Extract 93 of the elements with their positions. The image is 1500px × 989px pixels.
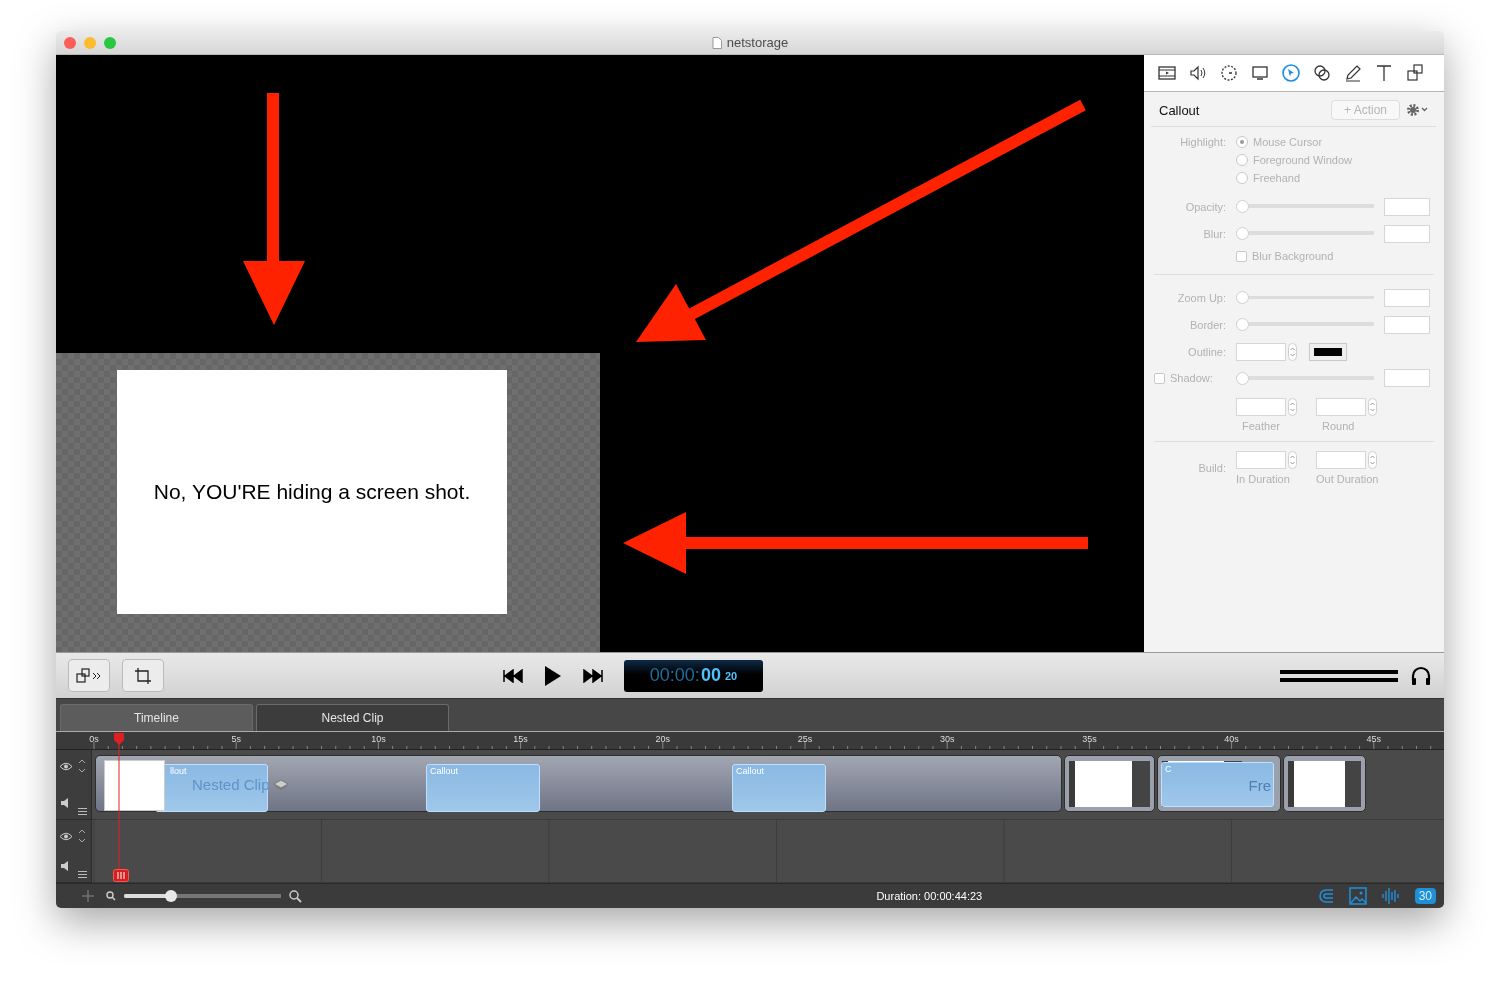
stepper-icon[interactable]: [1288, 398, 1297, 416]
timecode: 00:00:: [649, 665, 700, 686]
rewind-button[interactable]: [502, 668, 524, 683]
color-well[interactable]: [1309, 343, 1347, 361]
timecode: 00: [700, 665, 721, 686]
number-field[interactable]: [1316, 451, 1366, 469]
clip-label: Callout: [430, 766, 458, 776]
fast-forward-button[interactable]: [582, 668, 604, 683]
reorder-arrows-icon[interactable]: [78, 828, 86, 844]
waveform-icon[interactable]: [1380, 887, 1401, 905]
field-label: Build:: [1197, 462, 1226, 474]
time-label: 40s: [1224, 734, 1239, 744]
tab[interactable]: Timeline: [60, 704, 253, 731]
reorder-arrows-icon[interactable]: [78, 758, 86, 774]
tab[interactable]: Nested Clip: [256, 704, 449, 731]
value-field[interactable]: [1384, 224, 1430, 243]
checkbox-label: Shadow:: [1170, 372, 1213, 384]
menu-icon[interactable]: [78, 808, 87, 815]
time-label: 20s: [655, 734, 671, 744]
stepper-icon[interactable]: [1288, 451, 1297, 469]
field-label: Border:: [1188, 318, 1226, 331]
value-field[interactable]: [1384, 288, 1430, 307]
field-label: Highlight:: [1179, 136, 1226, 148]
number-field[interactable]: [1316, 398, 1366, 416]
time-label: 45s: [1366, 734, 1382, 744]
field-caption: Feather: [1241, 420, 1281, 432]
callout-text: No, YOU'RE hiding a screen shot.: [153, 480, 471, 504]
magnet-icon[interactable]: [1316, 887, 1335, 905]
time-label: 30s: [939, 734, 955, 744]
crop-icon: [134, 666, 152, 685]
stepper-icon[interactable]: [1368, 398, 1377, 416]
radio-label: Foreground Window: [1253, 154, 1353, 166]
value-field[interactable]: [1384, 197, 1430, 216]
screen-clip[interactable]: [1283, 755, 1366, 812]
radio-label: Freehand: [1253, 172, 1301, 184]
screen-clip[interactable]: C Fre: [1157, 755, 1281, 812]
panel-title: Callout: [1159, 102, 1201, 118]
close-button[interactable]: [64, 36, 76, 49]
menu-icon[interactable]: [78, 871, 87, 878]
headphones-icon[interactable]: [1410, 665, 1432, 686]
frame-count: 20: [724, 669, 738, 682]
zoom-out-icon[interactable]: [106, 891, 116, 901]
window-title: netstorage: [726, 35, 789, 50]
zoom-in-icon[interactable]: [289, 889, 302, 903]
time-label: 5s: [231, 734, 241, 744]
number-field[interactable]: [1236, 451, 1286, 469]
crop-button[interactable]: [122, 659, 164, 692]
add-icon[interactable]: [82, 890, 94, 902]
layers-icon: [273, 779, 288, 790]
clip-label: llout: [170, 766, 187, 776]
document-icon: [711, 36, 722, 49]
callout-clip[interactable]: C Fre: [1161, 762, 1274, 807]
volume-meter-icon: [1280, 668, 1398, 683]
time-label: 35s: [1082, 734, 1097, 744]
number-field[interactable]: [1236, 343, 1286, 361]
image-icon[interactable]: [1348, 887, 1367, 905]
value-field[interactable]: [1384, 315, 1430, 334]
value-field[interactable]: [1384, 369, 1430, 387]
checkbox-label: Blur Background: [1252, 250, 1334, 262]
field-caption: Round: [1321, 420, 1356, 432]
callout-clip[interactable]: Callout: [732, 764, 826, 812]
field-label: Opacity:: [1184, 200, 1226, 213]
field-caption: In Duration: [1236, 473, 1291, 485]
clip-label: Fre: [1248, 777, 1271, 794]
duration-label: Duration: 00:00:44:23: [875, 890, 983, 902]
stepper-icon[interactable]: [1368, 451, 1377, 469]
time-label: 10s: [371, 734, 386, 744]
field-label: Blur:: [1202, 227, 1226, 240]
stepper-icon[interactable]: [1288, 343, 1297, 361]
clip-label: C: [1165, 764, 1172, 774]
field-label: Zoom Up:: [1176, 291, 1226, 304]
clip-thumbnail: [104, 760, 165, 811]
time-label: 15s: [513, 734, 528, 744]
speaker-icon[interactable]: [60, 861, 70, 871]
slider-thumb[interactable]: [165, 890, 178, 902]
field-label: Outline:: [1187, 346, 1226, 358]
frame-rate-badge[interactable]: 30: [1414, 888, 1436, 904]
time-label: 25s: [797, 734, 813, 744]
eye-icon[interactable]: [59, 762, 73, 771]
settings-icon[interactable]: [1406, 103, 1428, 117]
play-button[interactable]: [544, 664, 562, 687]
radio-label: Mouse Cursor: [1253, 136, 1323, 148]
clip-label: Callout: [736, 766, 764, 776]
playhead-handle[interactable]: [113, 869, 129, 882]
callout-clip[interactable]: Callout: [426, 764, 540, 812]
speaker-icon[interactable]: [60, 798, 70, 808]
number-field[interactable]: [1236, 398, 1286, 416]
time-label: 0s: [89, 734, 99, 744]
eye-icon[interactable]: [59, 832, 73, 841]
zoom-button[interactable]: [104, 36, 116, 49]
screen-clip[interactable]: [1064, 755, 1155, 812]
field-caption: Out Duration: [1316, 473, 1379, 485]
media-button[interactable]: [68, 659, 110, 692]
